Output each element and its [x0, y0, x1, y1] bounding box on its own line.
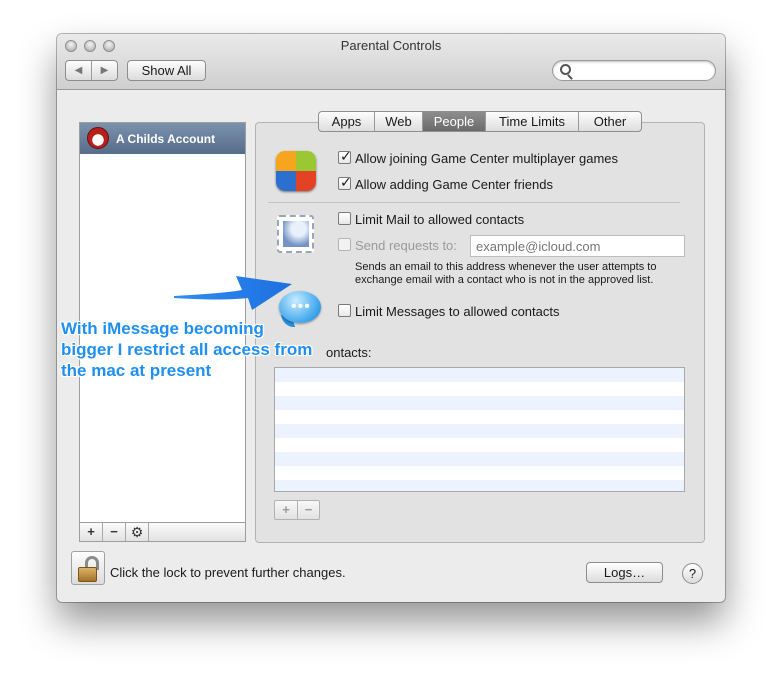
tab-web[interactable]: Web	[375, 112, 423, 131]
tab-people[interactable]: People	[423, 112, 486, 131]
remove-contact-button[interactable]: −	[297, 501, 319, 519]
search-field[interactable]	[552, 60, 716, 81]
account-row-a-childs-account[interactable]: A Childs Account	[80, 123, 245, 154]
send-requests-description: Sends an email to this address whenever …	[355, 261, 695, 287]
account-list-toolbar: + − ⚙	[79, 522, 246, 542]
allow-friends-label: Allow adding Game Center friends	[355, 177, 553, 192]
account-label: A Childs Account	[116, 132, 216, 146]
tab-bar: Apps Web People Time Limits Other	[318, 111, 642, 132]
title-bar: Parental Controls ◀ ▶ Show All	[57, 34, 725, 90]
allow-multiplayer-label: Allow joining Game Center multiplayer ga…	[355, 151, 619, 166]
tab-apps[interactable]: Apps	[319, 112, 375, 131]
annotation-callout: With iMessage becoming bigger I restrict…	[61, 318, 312, 381]
lock-button[interactable]	[71, 551, 105, 585]
limit-messages-checkbox[interactable]	[338, 304, 351, 317]
annotation-line-2: bigger I restrict all access from	[61, 340, 313, 359]
description-line-1: Sends an email to this address whenever …	[355, 261, 657, 273]
annotation-arrow-icon	[174, 276, 292, 310]
add-contact-button[interactable]: +	[275, 501, 297, 519]
logs-button[interactable]: Logs…	[586, 562, 663, 583]
allow-multiplayer-checkbox[interactable]	[338, 148, 352, 165]
remove-account-button[interactable]: −	[103, 523, 126, 541]
send-requests-label: Send requests to:	[355, 238, 457, 253]
add-account-button[interactable]: +	[80, 523, 103, 541]
limit-messages-label: Limit Messages to allowed contacts	[355, 304, 560, 319]
tab-time-limits[interactable]: Time Limits	[486, 112, 579, 131]
toolbar-spacer	[149, 523, 245, 541]
allowed-contacts-table[interactable]	[274, 367, 685, 492]
tab-other[interactable]: Other	[579, 112, 641, 131]
gear-icon[interactable]: ⚙	[126, 523, 149, 541]
limit-mail-label: Limit Mail to allowed contacts	[355, 212, 525, 227]
annotation-line-3: the mac at present	[61, 361, 212, 380]
account-avatar-icon	[87, 127, 109, 149]
lock-status-text: Click the lock to prevent further change…	[110, 565, 346, 580]
back-button[interactable]: ◀	[66, 61, 91, 80]
forward-button[interactable]: ▶	[91, 61, 117, 80]
game-center-icon	[276, 151, 316, 191]
show-all-button[interactable]: Show All	[127, 60, 206, 81]
contacts-toolbar: + −	[274, 500, 320, 520]
section-divider	[268, 202, 680, 203]
limit-mail-checkbox[interactable]	[338, 212, 351, 225]
send-requests-checkbox[interactable]	[338, 238, 351, 251]
help-button[interactable]: ?	[682, 563, 703, 584]
allow-friends-checkbox[interactable]	[338, 174, 352, 191]
back-forward-control: ◀ ▶	[65, 60, 118, 81]
window-title: Parental Controls	[340, 38, 442, 53]
mail-icon	[277, 215, 314, 253]
allowed-contacts-label: ontacts:	[326, 345, 372, 360]
request-email-input[interactable]	[470, 235, 685, 257]
description-line-2: exchange email with a contact who is not…	[355, 274, 654, 286]
search-icon	[560, 64, 571, 75]
annotation-line-1: With iMessage becoming	[61, 319, 264, 338]
